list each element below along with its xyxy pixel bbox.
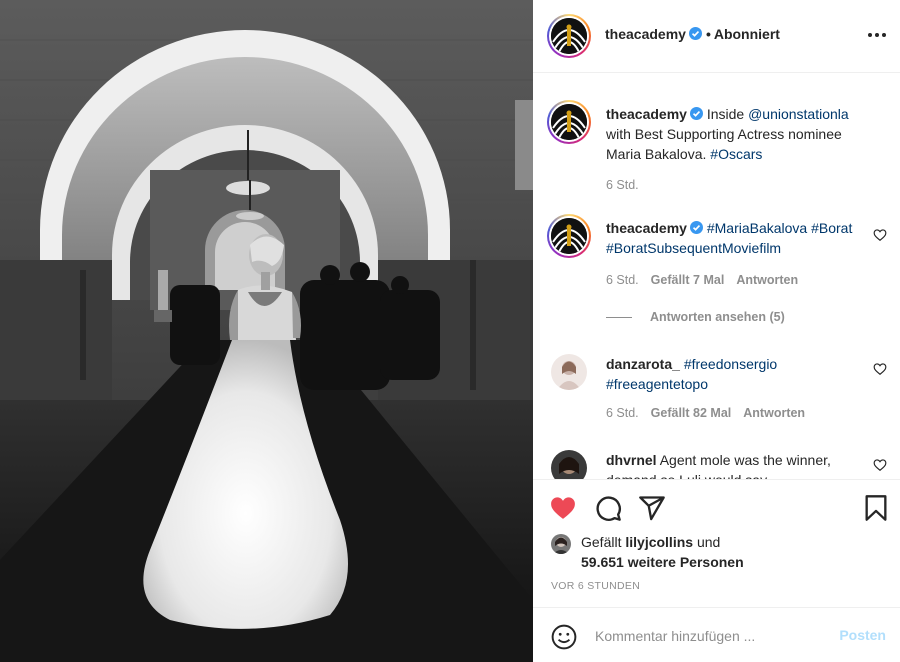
comment-username[interactable]: theacademy (606, 220, 687, 236)
likes-count[interactable]: 59.651 weitere Personen (581, 554, 744, 570)
comment-time[interactable]: 6 Std. (606, 178, 639, 192)
comment-text: theacademy #MariaBakalova #Borat #BoratS… (606, 218, 868, 258)
post-comment-button[interactable]: Posten (839, 627, 886, 643)
author-username[interactable]: theacademy (605, 26, 686, 42)
comment-avatar[interactable] (547, 100, 591, 144)
more-icon[interactable] (868, 26, 886, 44)
post-sidebar: theacademy • Abonniert theacademy Inside @… (533, 0, 900, 662)
post-timestamp[interactable]: VOR 6 STUNDEN (551, 580, 640, 592)
liker-avatar[interactable] (551, 534, 571, 554)
share-icon[interactable] (638, 494, 666, 522)
post-header: theacademy • Abonniert (533, 0, 900, 73)
view-replies-button[interactable]: Antworten ansehen (5) (606, 310, 785, 324)
author-avatar[interactable] (547, 14, 591, 58)
comment-meta: 6 Std. Gefällt 7 Mal Antworten (606, 273, 810, 287)
hashtag-link[interactable]: #Borat (811, 220, 852, 236)
caption-meta: 6 Std. (606, 178, 651, 192)
verified-icon (689, 221, 703, 234)
hashtag-link[interactable]: #freedonsergio (684, 356, 777, 372)
hashtag-link[interactable]: #freeagentetopo (606, 376, 708, 392)
post-actions: Gefällt lilyjcollins und 59.651 weitere … (533, 479, 900, 662)
comment-avatar[interactable] (551, 354, 587, 390)
comment-likes[interactable]: Gefällt 7 Mal (651, 273, 725, 287)
likes-prefix: Gefällt (581, 534, 626, 550)
emoji-icon[interactable] (551, 624, 577, 650)
comment-icon[interactable] (594, 494, 622, 522)
replies-divider (606, 316, 632, 318)
hashtag-link[interactable]: #BoratSubsequentMoviefilm (606, 240, 781, 256)
comment-meta: 6 Std. Gefällt 82 Mal Antworten (606, 406, 817, 420)
comment-input[interactable] (595, 624, 815, 648)
comment-time[interactable]: 6 Std. (606, 273, 639, 287)
comment-username[interactable]: dhvrnel (606, 452, 657, 468)
academy-logo (551, 18, 587, 54)
caption-text: theacademy Inside @unionstationla with B… (606, 104, 868, 164)
comment-time[interactable]: 6 Std. (606, 406, 639, 420)
verified-icon (688, 27, 702, 40)
heart-icon[interactable] (549, 494, 577, 522)
post-photo (0, 0, 533, 662)
user-photo (551, 354, 587, 390)
hashtag-link[interactable]: #MariaBakalova (707, 220, 807, 236)
reply-button[interactable]: Antworten (736, 273, 798, 287)
heart-icon[interactable] (873, 458, 887, 472)
comment-avatar[interactable] (551, 450, 587, 479)
comment-text: dhvrnel Agent mole was the winner, deman… (606, 450, 868, 479)
comment-username[interactable]: theacademy (606, 106, 687, 122)
academy-logo (551, 218, 587, 254)
reply-button[interactable]: Antworten (743, 406, 805, 420)
heart-icon[interactable] (873, 362, 887, 376)
comment-text: danzarota_ #freedonsergio #freeagentetop… (606, 354, 868, 394)
liker-username[interactable]: lilyjcollins (625, 534, 693, 550)
likes-mid: und (693, 534, 721, 550)
follow-status-button[interactable]: Abonniert (714, 26, 780, 42)
comment-avatar[interactable] (547, 214, 591, 258)
academy-logo (551, 104, 587, 140)
comment-likes[interactable]: Gefällt 82 Mal (651, 406, 732, 420)
post-image[interactable] (0, 0, 533, 662)
user-photo (551, 534, 571, 554)
hashtag-link[interactable]: #Oscars (710, 146, 762, 162)
verified-icon (689, 107, 703, 120)
bookmark-icon[interactable] (862, 494, 890, 522)
comment-composer: Posten (533, 607, 900, 662)
view-replies-label: Antworten ansehen (5) (650, 310, 785, 324)
separator-dot: • (705, 26, 711, 42)
comment-username[interactable]: danzarota_ (606, 356, 680, 372)
user-photo (551, 450, 587, 479)
comments-list[interactable]: theacademy Inside @unionstationla with B… (533, 74, 900, 479)
heart-icon[interactable] (873, 228, 887, 242)
caption-text-part: Inside (706, 106, 749, 122)
header-line: theacademy • Abonniert (605, 26, 780, 42)
mention-link[interactable]: @unionstationla (748, 106, 849, 122)
